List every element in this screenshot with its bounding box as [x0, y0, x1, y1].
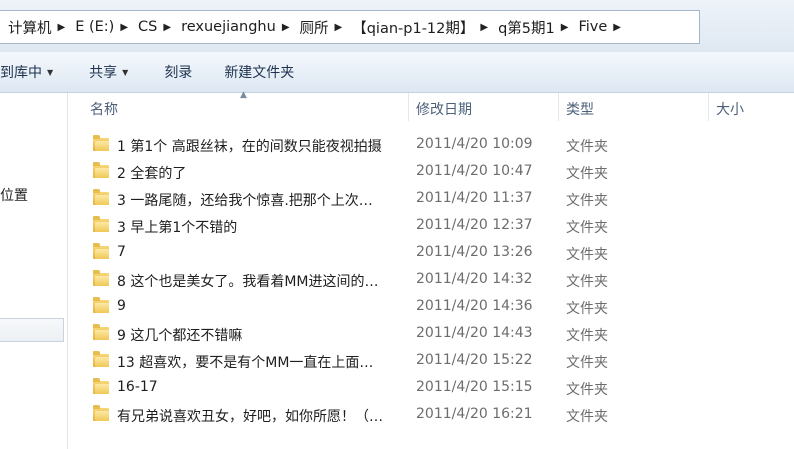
crumb-qian[interactable]: 【qian-p1-12期】	[348, 17, 478, 38]
folder-icon	[93, 243, 109, 259]
new-folder-button[interactable]: 新建文件夹	[212, 62, 310, 82]
chevron-right-icon[interactable]: ▶	[611, 22, 621, 33]
crumb-cs[interactable]: CS	[134, 19, 161, 35]
include-in-library-label: 到库中	[0, 65, 42, 81]
chevron-right-icon[interactable]: ▶	[280, 22, 296, 33]
column-divider[interactable]	[708, 93, 709, 121]
crumb-cesuo[interactable]: 厕所	[296, 17, 333, 38]
share-label: 共享	[89, 65, 118, 81]
column-header-size[interactable]: 大小	[716, 99, 744, 119]
folder-icon	[93, 162, 109, 178]
file-row[interactable]: 9 这几个都还不错嘛 2011/4/20 14:43 文件夹	[0, 321, 794, 348]
file-row[interactable]: 16-17 2011/4/20 15:15 文件夹	[0, 375, 794, 402]
file-type: 文件夹	[566, 166, 608, 182]
file-date: 2011/4/20 14:32	[416, 271, 533, 287]
file-name: 13 超喜欢，要不是有个MM一直在上面…	[117, 355, 374, 371]
file-name: 9	[117, 298, 126, 314]
file-type: 文件夹	[566, 247, 608, 263]
chevron-right-icon[interactable]: ▶	[56, 22, 72, 33]
file-type: 文件夹	[566, 328, 608, 344]
file-date: 2011/4/20 14:36	[416, 298, 533, 314]
file-name: 3 早上第1个不错的	[117, 220, 238, 236]
file-name: 有兄弟说喜欢丑女，好吧，如你所愿！（…	[117, 409, 383, 425]
file-row[interactable]: 7 2011/4/20 13:26 文件夹	[0, 240, 794, 267]
column-divider[interactable]	[558, 93, 559, 121]
address-bar: 计算机 ▶ E (E:) ▶ CS ▶ rexuejianghu ▶ 厕所 ▶ …	[0, 0, 794, 52]
column-header-type[interactable]: 类型	[566, 99, 594, 119]
crumb-q5[interactable]: q第5期1	[494, 17, 559, 38]
file-type: 文件夹	[566, 220, 608, 236]
file-row[interactable]: 3 一路尾随，还给我个惊喜.把那个上次… 2011/4/20 11:37 文件夹	[0, 186, 794, 213]
file-type: 文件夹	[566, 139, 608, 155]
file-name: 2 全套的了	[117, 166, 187, 182]
folder-icon	[93, 297, 109, 313]
file-date: 2011/4/20 12:37	[416, 217, 533, 233]
file-name: 16-17	[117, 379, 158, 395]
crumb-computer[interactable]: 计算机	[4, 17, 56, 38]
folder-icon	[93, 270, 109, 286]
file-name: 7	[117, 244, 126, 260]
chevron-right-icon[interactable]: ▶	[333, 22, 349, 33]
crumb-five[interactable]: Five	[574, 19, 611, 35]
sort-ascending-icon: ▲	[240, 90, 247, 100]
burn-label: 刻录	[164, 65, 193, 81]
dropdown-arrow-icon: ▼	[47, 67, 54, 77]
folder-icon	[93, 189, 109, 205]
burn-button[interactable]: 刻录	[148, 62, 212, 82]
folder-icon	[93, 378, 109, 394]
file-name: 3 一路尾随，还给我个惊喜.把那个上次…	[117, 193, 373, 209]
chevron-right-icon[interactable]: ▶	[161, 22, 177, 33]
file-type: 文件夹	[566, 382, 608, 398]
folder-icon	[93, 216, 109, 232]
file-date: 2011/4/20 14:43	[416, 325, 533, 341]
new-folder-label: 新建文件夹	[224, 65, 295, 81]
file-date: 2011/4/20 11:37	[416, 190, 533, 206]
share-button[interactable]: 共享 ▼	[71, 62, 148, 82]
file-row[interactable]: 1 第1个 高跟丝袜，在的间数只能夜视拍摄 2011/4/20 10:09 文件…	[0, 132, 794, 159]
file-date: 2011/4/20 15:22	[416, 352, 533, 368]
column-header-bar: ▲ 名称 修改日期 类型 大小	[68, 90, 794, 123]
include-in-library-button[interactable]: 到库中 ▼	[0, 62, 71, 82]
crumb-drive-e[interactable]: E (E:)	[71, 19, 118, 35]
command-bar: 到库中 ▼ 共享 ▼ 刻录 新建文件夹	[0, 52, 794, 93]
file-type: 文件夹	[566, 193, 608, 209]
folder-icon	[93, 135, 109, 151]
chevron-right-icon[interactable]: ▶	[559, 22, 575, 33]
file-date: 2011/4/20 15:15	[416, 379, 533, 395]
folder-icon	[93, 405, 109, 421]
file-row[interactable]: 13 超喜欢，要不是有个MM一直在上面… 2011/4/20 15:22 文件夹	[0, 348, 794, 375]
file-type: 文件夹	[566, 301, 608, 317]
file-name: 1 第1个 高跟丝袜，在的间数只能夜视拍摄	[117, 139, 382, 155]
file-row[interactable]: 9 2011/4/20 14:36 文件夹	[0, 294, 794, 321]
file-date: 2011/4/20 16:21	[416, 406, 533, 422]
file-name: 8 这个也是美女了。我看着MM进这间的…	[117, 274, 379, 290]
crumb-rexuejianghu[interactable]: rexuejianghu	[177, 19, 280, 35]
folder-icon	[93, 324, 109, 340]
file-row[interactable]: 8 这个也是美女了。我看着MM进这间的… 2011/4/20 14:32 文件夹	[0, 267, 794, 294]
file-date: 2011/4/20 10:09	[416, 136, 533, 152]
chevron-right-icon[interactable]: ▶	[118, 22, 134, 33]
file-row[interactable]: 3 早上第1个不错的 2011/4/20 12:37 文件夹	[0, 213, 794, 240]
dropdown-arrow-icon: ▼	[122, 67, 129, 77]
file-name: 9 这几个都还不错嘛	[117, 328, 243, 344]
file-row[interactable]: 2 全套的了 2011/4/20 10:47 文件夹	[0, 159, 794, 186]
chevron-right-icon[interactable]: ▶	[478, 22, 494, 33]
file-type: 文件夹	[566, 409, 608, 425]
column-divider[interactable]	[408, 93, 409, 121]
file-date: 2011/4/20 13:26	[416, 244, 533, 260]
column-header-name[interactable]: 名称	[90, 99, 118, 119]
breadcrumb[interactable]: 计算机 ▶ E (E:) ▶ CS ▶ rexuejianghu ▶ 厕所 ▶ …	[0, 10, 700, 44]
file-date: 2011/4/20 10:47	[416, 163, 533, 179]
file-type: 文件夹	[566, 274, 608, 290]
file-row[interactable]: 有兄弟说喜欢丑女，好吧，如你所愿！（… 2011/4/20 16:21 文件夹	[0, 402, 794, 429]
file-type: 文件夹	[566, 355, 608, 371]
folder-icon	[93, 351, 109, 367]
column-header-date[interactable]: 修改日期	[416, 99, 472, 119]
